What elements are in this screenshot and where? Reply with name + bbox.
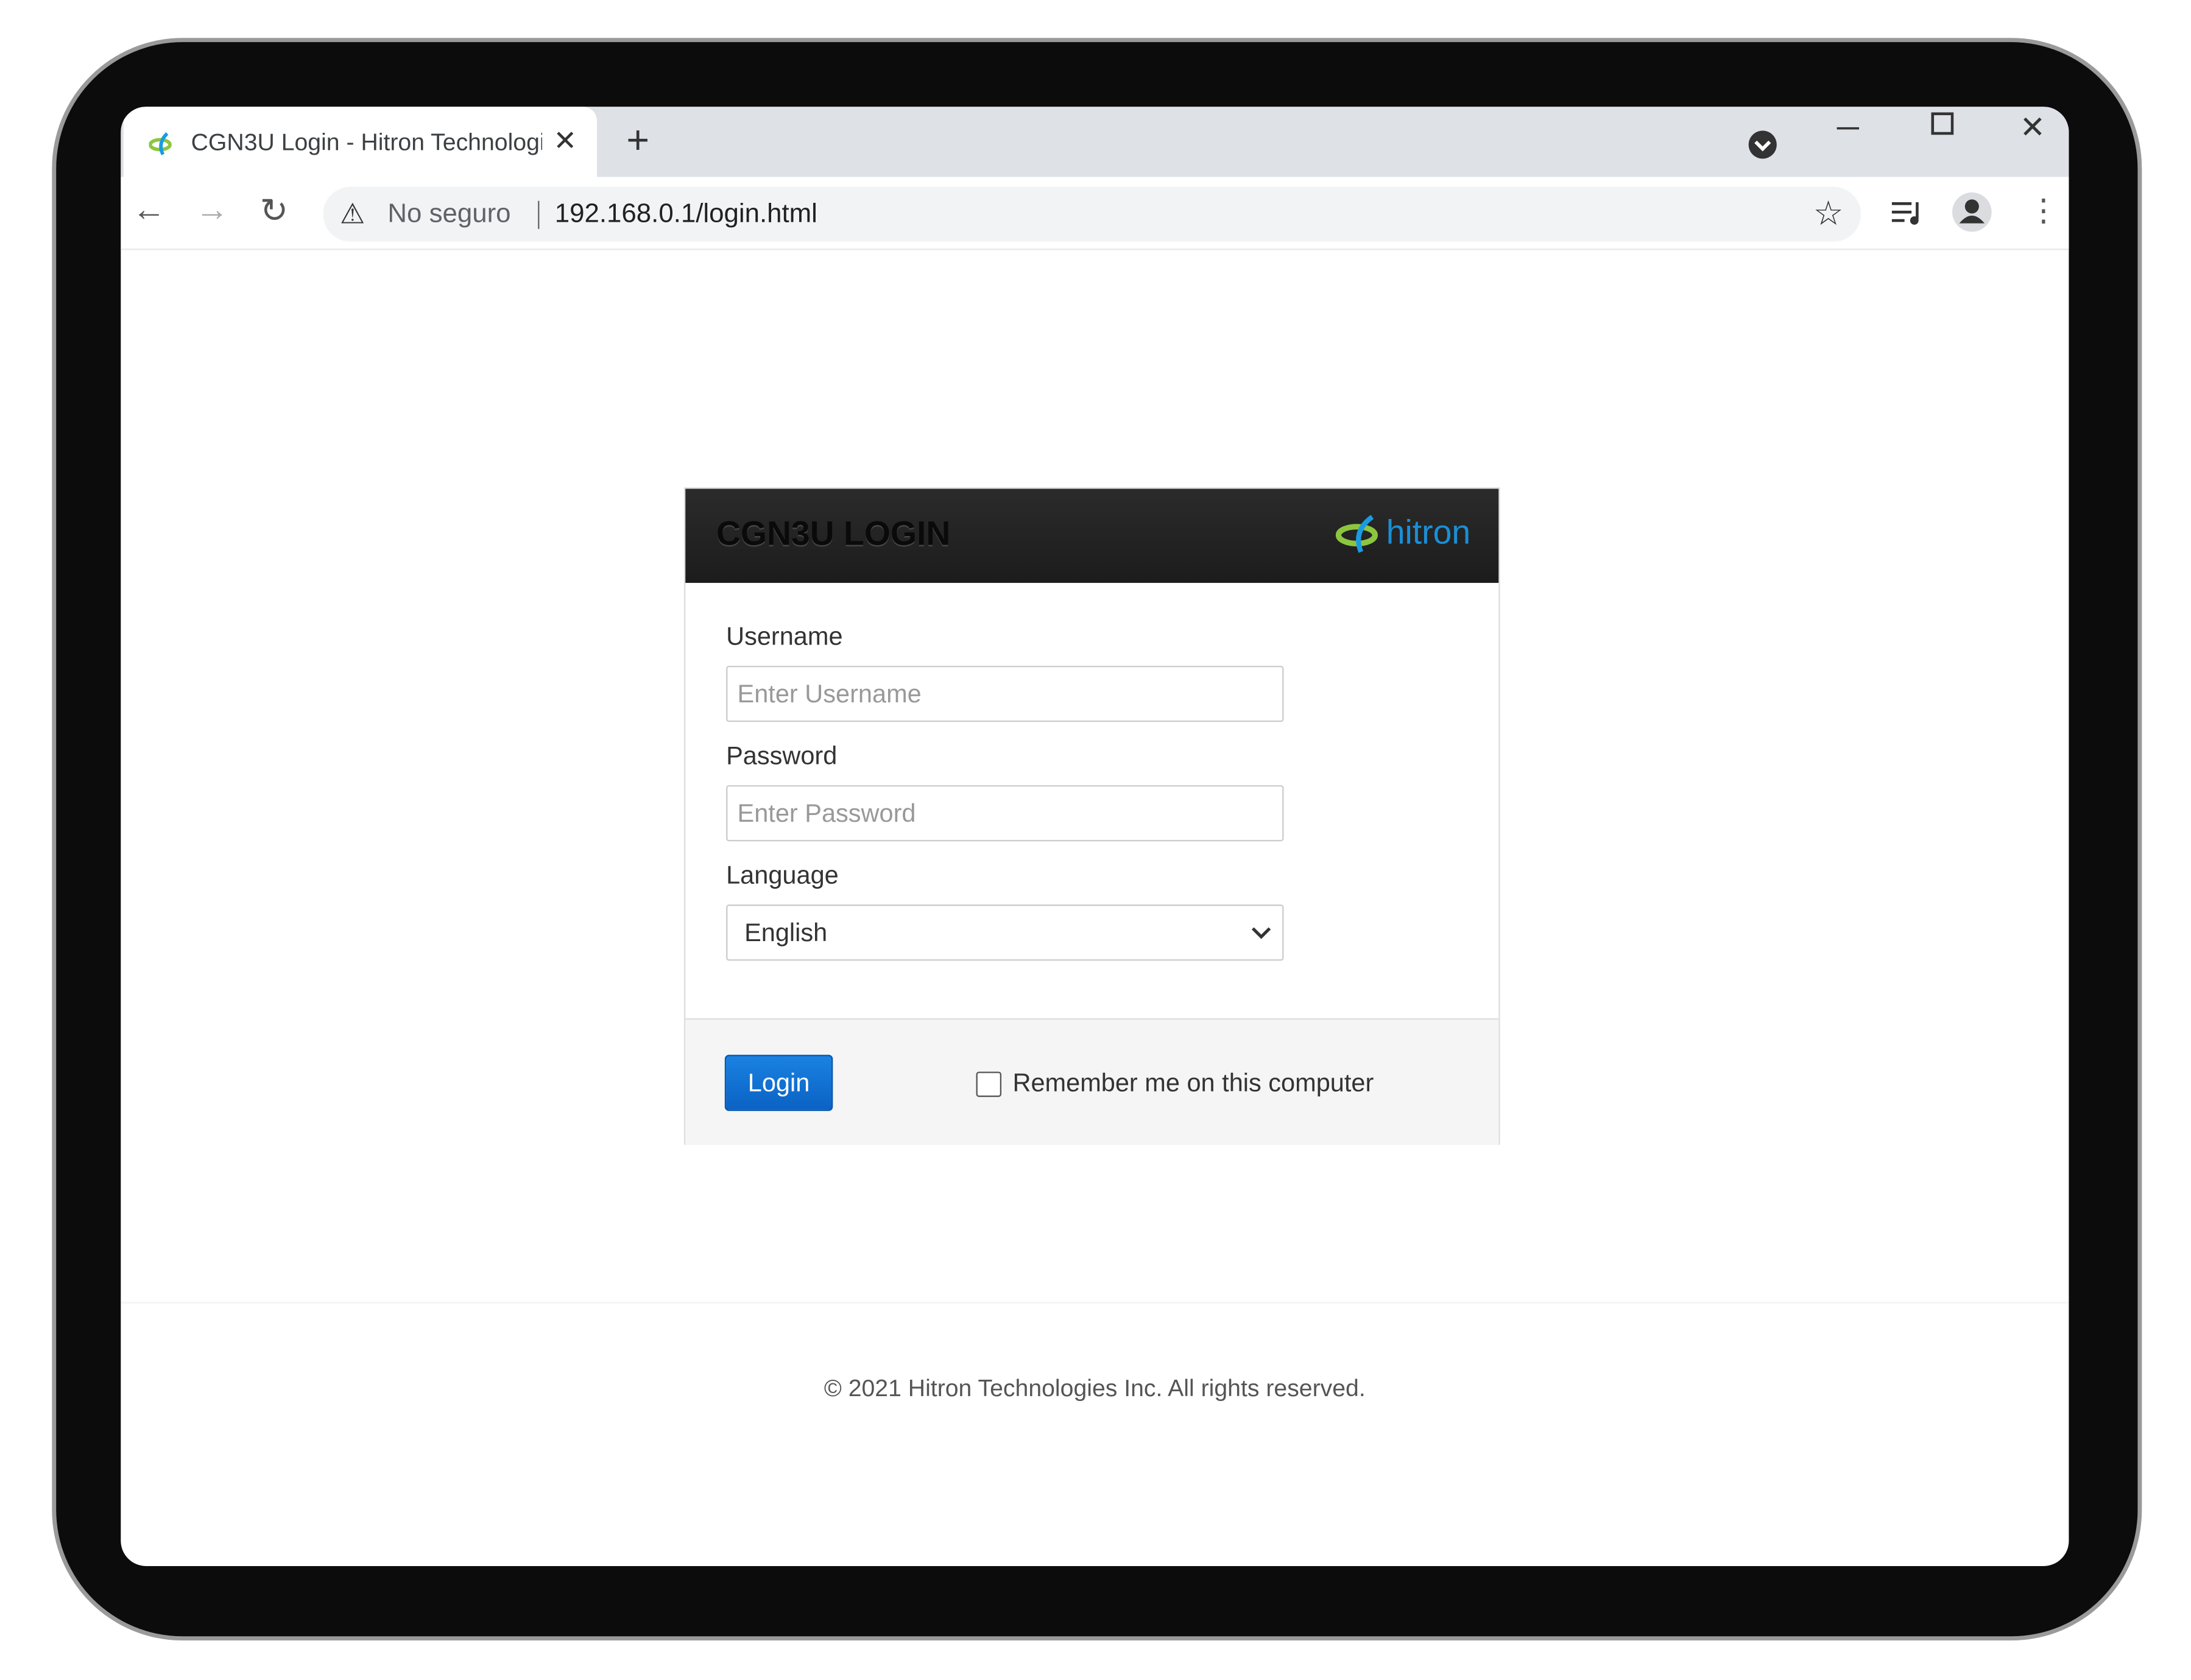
chevron-down-icon	[1251, 927, 1271, 939]
warning-icon[interactable]: ⚠	[340, 197, 365, 232]
address-bar[interactable]: ⚠ No seguro 192.168.0.1/login.html ☆	[323, 186, 1861, 242]
url-text[interactable]: 192.168.0.1/login.html	[555, 199, 817, 230]
username-label: Username	[726, 622, 843, 651]
tab-close-button[interactable]: ✕	[553, 124, 577, 159]
browser-window: CGN3U Login - Hitron Technologies ✕ + ─ …	[121, 107, 2069, 1566]
security-label[interactable]: No seguro	[387, 199, 510, 230]
language-selected-value: English	[744, 918, 828, 947]
hitron-logo-text: hitron	[1386, 514, 1471, 552]
language-label: Language	[726, 861, 839, 889]
login-panel: CGN3U LOGIN hitron Username Password Lan…	[683, 487, 1500, 1145]
minimize-button[interactable]: ─	[1837, 110, 1859, 146]
hitron-logo-icon	[1335, 515, 1378, 553]
maximize-button[interactable]	[1931, 112, 1954, 135]
back-button[interactable]: ←	[132, 191, 166, 231]
login-footer: Login Remember me on this computer	[685, 1018, 1499, 1145]
remember-checkbox[interactable]	[976, 1071, 1002, 1096]
username-input[interactable]	[726, 665, 1284, 722]
tab-bar: CGN3U Login - Hitron Technologies ✕ + ─ …	[121, 107, 2069, 180]
profile-avatar-icon[interactable]	[1951, 191, 1993, 233]
new-tab-button[interactable]: +	[626, 118, 649, 163]
login-title: CGN3U LOGIN	[716, 515, 951, 554]
login-button[interactable]: Login	[724, 1054, 833, 1111]
omnibox-divider	[538, 200, 540, 229]
browser-toolbar: ← → ↻ ⚠ No seguro 192.168.0.1/login.html…	[121, 177, 2069, 250]
tab-search-icon[interactable]	[1747, 129, 1778, 160]
footer-divider	[121, 1302, 2069, 1304]
password-label: Password	[726, 741, 838, 770]
login-header: CGN3U LOGIN hitron	[685, 489, 1499, 583]
menu-kebab-icon[interactable]: ⋮	[2028, 192, 2059, 229]
password-input[interactable]	[726, 785, 1284, 842]
tab-active[interactable]: CGN3U Login - Hitron Technologies ✕	[123, 107, 597, 180]
hitron-favicon-icon	[149, 132, 172, 155]
remember-label: Remember me on this computer	[1012, 1068, 1374, 1097]
remember-me[interactable]: Remember me on this computer	[976, 1069, 1374, 1098]
tab-title: CGN3U Login - Hitron Technologies	[191, 129, 543, 156]
copyright-text: © 2021 Hitron Technologies Inc. All righ…	[824, 1375, 1366, 1402]
language-select[interactable]: English	[726, 904, 1284, 961]
close-window-button[interactable]: ✕	[2020, 110, 2046, 146]
reading-list-icon[interactable]	[1891, 199, 1924, 227]
forward-button[interactable]: →	[196, 191, 229, 231]
hitron-logo: hitron	[1335, 514, 1471, 554]
bookmark-star-icon[interactable]: ☆	[1813, 194, 1844, 235]
reload-button[interactable]: ↻	[260, 191, 288, 232]
